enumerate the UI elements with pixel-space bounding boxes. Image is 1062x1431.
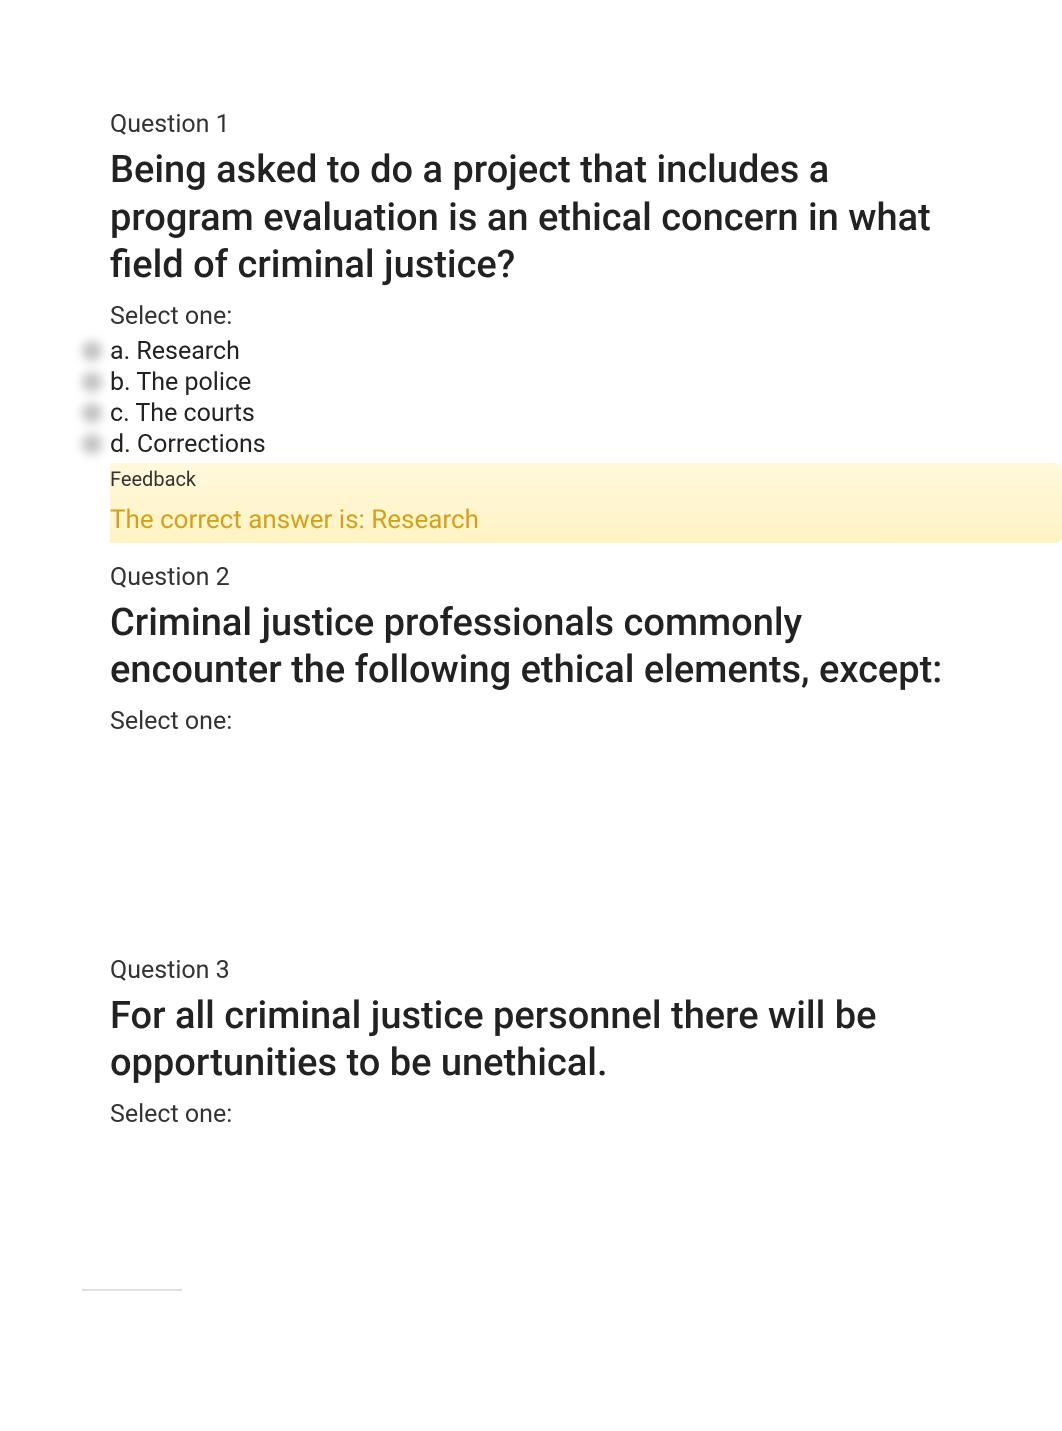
- radio-icon: [82, 434, 102, 454]
- spacer: [110, 1149, 952, 1289]
- question-text: Criminal justice professionals commonly …: [110, 600, 952, 695]
- question-2: Question 2 Criminal justice professional…: [110, 563, 952, 736]
- option-text: a. Research: [110, 337, 952, 366]
- question-label: Question 3: [110, 956, 952, 985]
- option-b[interactable]: b. The police: [82, 368, 952, 397]
- radio-icon: [82, 372, 102, 392]
- question-text: For all criminal justice personnel there…: [110, 993, 952, 1088]
- feedback-text: The correct answer is: Research: [110, 505, 952, 535]
- select-prompt: Select one:: [110, 1100, 952, 1129]
- question-text: Being asked to do a project that include…: [110, 147, 952, 290]
- option-a[interactable]: a. Research: [82, 337, 952, 366]
- feedback-label: Feedback: [110, 467, 952, 491]
- option-text: d. Corrections: [110, 430, 952, 459]
- select-prompt: Select one:: [110, 707, 952, 736]
- spacer: [110, 756, 952, 956]
- radio-icon: [82, 341, 102, 361]
- question-3: Question 3 For all criminal justice pers…: [110, 956, 952, 1129]
- option-d[interactable]: d. Corrections: [82, 430, 952, 459]
- radio-icon: [82, 403, 102, 423]
- question-label: Question 1: [110, 110, 952, 139]
- option-c[interactable]: c. The courts: [82, 399, 952, 428]
- select-prompt: Select one:: [110, 302, 952, 331]
- question-label: Question 2: [110, 563, 952, 592]
- divider: [82, 1289, 182, 1291]
- option-text: b. The police: [110, 368, 952, 397]
- options-list: a. Research b. The police c. The courts …: [110, 337, 952, 459]
- option-text: c. The courts: [110, 399, 952, 428]
- question-1: Question 1 Being asked to do a project t…: [110, 110, 952, 543]
- feedback-box: Feedback The correct answer is: Research: [110, 463, 1062, 543]
